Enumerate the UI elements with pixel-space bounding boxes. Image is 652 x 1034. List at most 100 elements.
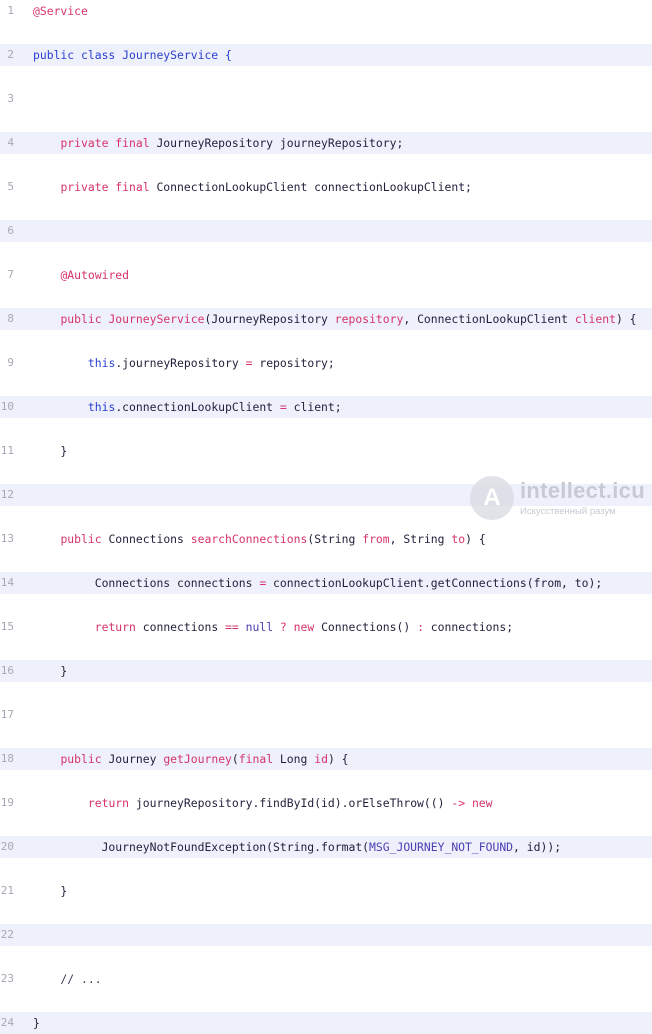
code-line: 14 Connections connections = connectionL… bbox=[0, 572, 652, 594]
code-line: 22 bbox=[0, 924, 652, 946]
code-token: (String bbox=[307, 532, 363, 546]
code-token: client bbox=[574, 312, 616, 326]
code-token: null bbox=[245, 620, 274, 634]
code-text: @Service bbox=[33, 0, 88, 22]
code-token: ConnectionLookupClient connectionLookupC… bbox=[149, 180, 472, 194]
code-token: Connections bbox=[101, 532, 191, 546]
line-number: 5 bbox=[7, 180, 14, 193]
code-token: JourneyRepository journeyRepository; bbox=[149, 136, 404, 150]
code-text: JourneyNotFoundException(String.format(M… bbox=[33, 836, 562, 858]
line-number: 3 bbox=[7, 92, 14, 105]
code-token: getJourney bbox=[163, 752, 232, 766]
line-number: 21 bbox=[0, 884, 14, 897]
code-listing: 1 @Service 2 public class JourneyService { 3… bbox=[0, 0, 652, 1034]
line-number: 23 bbox=[0, 972, 14, 985]
code-text: public class JourneyService { bbox=[33, 44, 232, 66]
line-number: 17 bbox=[0, 708, 14, 721]
code-line: 13 public Connections searchConnections(… bbox=[0, 528, 652, 550]
code-text: Connections connections = connectionLook… bbox=[33, 572, 602, 594]
line-number: 16 bbox=[0, 664, 14, 677]
line-number: 4 bbox=[7, 136, 14, 149]
code-text: } bbox=[33, 660, 67, 682]
code-token: private final bbox=[60, 136, 150, 150]
line-number: 12 bbox=[0, 488, 14, 501]
line-number: 20 bbox=[0, 840, 14, 853]
code-token: Long bbox=[273, 752, 315, 766]
code-token: Connections() bbox=[314, 620, 418, 634]
code-text: return connections == null ? new Connect… bbox=[33, 616, 513, 638]
code-token: public class JourneyService { bbox=[33, 48, 232, 62]
code-token: } bbox=[33, 444, 68, 458]
line-number: 14 bbox=[0, 576, 14, 589]
code-token: MSG_JOURNEY_NOT_FOUND bbox=[369, 840, 514, 854]
watermark-tagline: Искусственный разум bbox=[520, 506, 616, 517]
code-token: client; bbox=[286, 400, 342, 414]
code-text: @Autowired bbox=[33, 264, 129, 286]
code-line: 10 this.connectionLookupClient = client; bbox=[0, 396, 652, 418]
line-number: 1 bbox=[7, 4, 14, 17]
code-token: from bbox=[362, 532, 390, 546]
code-line: 2 public class JourneyService { bbox=[0, 44, 652, 66]
code-token: journeyRepository.findById(id).orElseThr… bbox=[129, 796, 452, 810]
code-line: 15 return connections == null ? new Conn… bbox=[0, 616, 652, 638]
code-token: return bbox=[94, 620, 136, 634]
code-text: private final ConnectionLookupClient con… bbox=[33, 176, 472, 198]
code-line: 19 return journeyRepository.findById(id)… bbox=[0, 792, 652, 814]
code-token: JourneyNotFoundException(String.format( bbox=[33, 840, 370, 854]
line-number: 19 bbox=[0, 796, 14, 809]
line-number: 18 bbox=[0, 752, 14, 765]
code-line: 1 @Service bbox=[0, 0, 652, 22]
code-token: Journey bbox=[101, 752, 164, 766]
code-token: repository; bbox=[252, 356, 335, 370]
code-text: } bbox=[33, 440, 67, 462]
code-text: return journeyRepository.findById(id).or… bbox=[33, 792, 493, 814]
line-number: 2 bbox=[7, 48, 14, 61]
code-text: public Journey getJourney(final Long id)… bbox=[33, 748, 348, 770]
code-token: , id)); bbox=[513, 840, 562, 854]
line-number: 11 bbox=[0, 444, 14, 457]
code-token: Connections connections bbox=[33, 576, 260, 590]
code-token: connections; bbox=[423, 620, 514, 634]
code-token: connectionLookupClient.getConnections(fr… bbox=[266, 576, 603, 590]
line-number: 15 bbox=[0, 620, 14, 633]
code-line: 17 bbox=[0, 704, 652, 726]
code-token: , String bbox=[389, 532, 452, 546]
code-line: 23 // ... bbox=[0, 968, 652, 990]
code-line: 5 private final ConnectionLookupClient c… bbox=[0, 176, 652, 198]
watermark: A intellect.icu Искусственный разум bbox=[470, 470, 650, 526]
code-line: 9 this.journeyRepository = repository; bbox=[0, 352, 652, 374]
code-token: id bbox=[314, 752, 328, 766]
code-token: new bbox=[471, 796, 493, 810]
code-text: this.journeyRepository = repository; bbox=[33, 352, 335, 374]
line-number: 24 bbox=[0, 1016, 14, 1029]
code-token: repository bbox=[334, 312, 404, 326]
code-line: 18 public Journey getJourney(final Long … bbox=[0, 748, 652, 770]
code-line: 4 private final JourneyRepository journe… bbox=[0, 132, 652, 154]
code-line: 21 } bbox=[0, 880, 652, 902]
code-text: } bbox=[33, 880, 67, 902]
code-token: -> bbox=[451, 796, 466, 810]
code-token: searchConnections bbox=[190, 532, 308, 546]
line-number: 7 bbox=[7, 268, 14, 281]
code-token: (JourneyRepository bbox=[204, 312, 335, 326]
code-token: @Autowired bbox=[60, 268, 130, 282]
code-token: // ... bbox=[33, 972, 102, 986]
code-line: 24} bbox=[0, 1012, 652, 1034]
code-token: .journeyRepository bbox=[115, 356, 246, 370]
code-token: ? bbox=[279, 620, 287, 634]
code-token: this bbox=[87, 356, 116, 370]
code-text: public Connections searchConnections(Str… bbox=[33, 528, 485, 550]
line-number: 8 bbox=[7, 312, 14, 325]
code-token: .connectionLookupClient bbox=[115, 400, 280, 414]
